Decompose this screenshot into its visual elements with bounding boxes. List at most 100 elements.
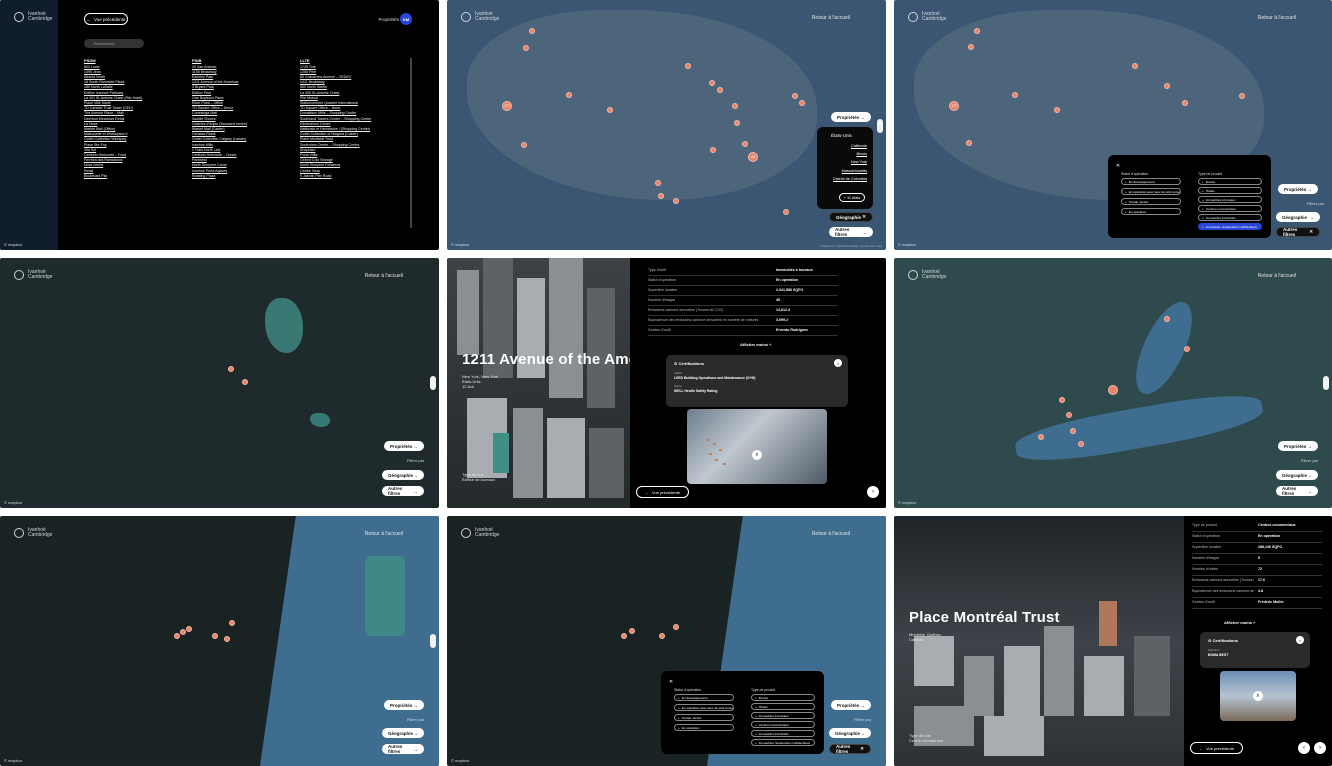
type-option[interactable]: + Immeubles industriels [751,730,815,737]
status-option[interactable]: + En développement [1121,178,1181,185]
other-filters-button[interactable]: Autres filtres ✕ [1276,227,1320,237]
avatar[interactable]: KM [400,13,412,25]
status-option[interactable]: + En opération avec taux de prêt consenti [1121,188,1181,195]
map-marker[interactable] [229,620,235,626]
back-home-link[interactable]: Retour à l'accueil [1258,273,1296,279]
map-marker[interactable] [1239,93,1245,99]
show-less-button[interactable]: Afficher moins ˄ [740,342,771,347]
next-icon[interactable]: › [867,486,879,498]
map-marker[interactable] [621,633,627,639]
map-marker[interactable] [1059,397,1065,403]
building-photo[interactable]: ⌕ [1220,671,1296,721]
brand-logo[interactable]: Ivanhoé Cambridge [14,528,52,538]
next-icon[interactable]: › [1314,742,1326,754]
type-option[interactable]: + Hôtels [1198,187,1262,194]
map-marker[interactable] [566,92,572,98]
status-option[interactable]: + En opération [1121,208,1181,215]
other-filters-button[interactable]: Autres filtres ✕ [829,744,871,754]
regional-map-view[interactable]: Ivanhoé Cambridge Retour à l'accueil Prop… [0,258,439,508]
geography-button[interactable]: Géographie → [829,728,871,738]
collapse-icon[interactable]: ˄ [1296,636,1304,644]
zoom-control[interactable] [430,634,436,648]
type-option[interactable]: + Immeubles industriels [1198,214,1262,221]
building-photo[interactable]: ⌕ [687,409,827,484]
map-marker[interactable] [1132,63,1138,69]
map-marker[interactable] [709,80,715,86]
property-link[interactable]: Boulevard Pila [84,174,184,179]
map-marker[interactable] [1038,434,1044,440]
map-marker[interactable] [799,100,805,106]
map-marker[interactable] [742,141,748,147]
map-marker[interactable] [734,120,740,126]
state-link[interactable]: Illinois [817,150,873,158]
zoom-photo-icon[interactable]: ⌕ [752,450,762,460]
status-option[interactable]: + En opération [674,724,734,731]
state-link[interactable]: New York [817,158,873,166]
show-less-button[interactable]: Afficher moins ˄ [1224,620,1255,625]
map-marker[interactable] [966,140,972,146]
status-option[interactable]: + En développement [674,694,734,701]
map-marker[interactable] [673,198,679,204]
cluster-marker[interactable]: 44 [748,152,758,162]
brand-logo[interactable]: Ivanhoé Cambridge [908,270,946,280]
back-home-link[interactable]: Retour à l'accueil [812,15,850,21]
map-marker[interactable] [1054,107,1060,113]
column-header[interactable]: PSDM [84,58,184,63]
montreal-region-map-view[interactable]: Ivanhoé Cambridge Retour à l'accueil Prop… [894,258,1332,508]
map-marker[interactable] [655,180,661,186]
properties-button[interactable]: Propriétés → [831,700,871,710]
back-home-link[interactable]: Retour à l'accueil [365,531,403,537]
properties-button[interactable]: Propriétés → [1278,184,1318,194]
type-option[interactable]: + Immeubles à bureaux [751,712,815,719]
properties-button[interactable]: Propriétés → [831,112,871,122]
close-icon[interactable]: ✕ [669,679,673,685]
other-filters-button[interactable]: Autres filtres → [829,227,873,237]
status-option[interactable]: + Terrain vacant [674,714,734,721]
type-option[interactable]: + Hôtels [751,703,815,710]
map-marker[interactable] [242,379,248,385]
other-filters-button[interactable]: Autres filtres → [382,486,424,496]
back-previous-button[interactable]: ← Vue précédente [636,486,690,498]
state-link[interactable]: District de Columbia [817,175,873,183]
type-option[interactable]: + Immeubles résidentiels multifamiliaux [751,739,815,746]
status-option[interactable]: + Terrain vacant [1121,198,1181,205]
zoom-photo-icon[interactable]: ⌕ [1253,691,1263,701]
type-option[interactable]: + Écoles [751,694,815,701]
map-marker[interactable] [710,147,716,153]
geography-button[interactable]: Géographie → [1276,470,1318,480]
back-previous-button[interactable]: ← Vue précédente [1190,742,1244,754]
montreal-city-map-view[interactable]: Ivanhoé Cambridge Retour à l'accueil Prop… [0,516,439,766]
property-link[interactable]: Rotating Plaza [192,174,292,179]
map-marker[interactable] [228,366,234,372]
previous-icon[interactable]: ‹ [1298,742,1310,754]
map-marker[interactable] [658,193,664,199]
type-option[interactable]: + Immeubles à bureaux [1198,196,1262,203]
map-marker[interactable] [180,629,186,635]
map-marker[interactable] [174,633,180,639]
brand-logo[interactable]: Ivanhoé Cambridge [461,528,499,538]
zoom-control[interactable] [877,119,883,133]
map-marker[interactable] [732,103,738,109]
list-scrollbar[interactable] [410,58,412,228]
cluster-marker[interactable] [1108,385,1118,395]
map-marker[interactable] [1070,428,1076,434]
us-map-view[interactable]: Ivanhoé Cambridge Retour à l'accueil 177 … [447,0,886,250]
collapse-icon[interactable]: ˄ [834,359,842,367]
map-marker[interactable] [607,107,613,113]
map-marker[interactable] [1078,441,1084,447]
back-previous-button[interactable]: ← Vue précédente [84,13,128,25]
type-option[interactable]: + Centres commerciaux [751,721,815,728]
map-marker[interactable] [783,209,789,215]
map-marker[interactable] [1066,412,1072,418]
map-marker[interactable] [523,45,529,51]
brand-logo[interactable]: Ivanhoé Cambridge [14,12,52,22]
map-marker[interactable] [186,626,192,632]
back-home-link[interactable]: Retour à l'accueil [365,273,403,279]
map-marker[interactable] [521,142,527,148]
cluster-marker[interactable]: 177 [949,101,959,111]
map-marker[interactable] [1184,346,1190,352]
geography-button[interactable]: Géographie → [382,728,424,738]
map-marker[interactable] [1012,92,1018,98]
column-header[interactable]: LLTE [300,58,400,63]
type-option[interactable]: + Écoles [1198,178,1262,185]
